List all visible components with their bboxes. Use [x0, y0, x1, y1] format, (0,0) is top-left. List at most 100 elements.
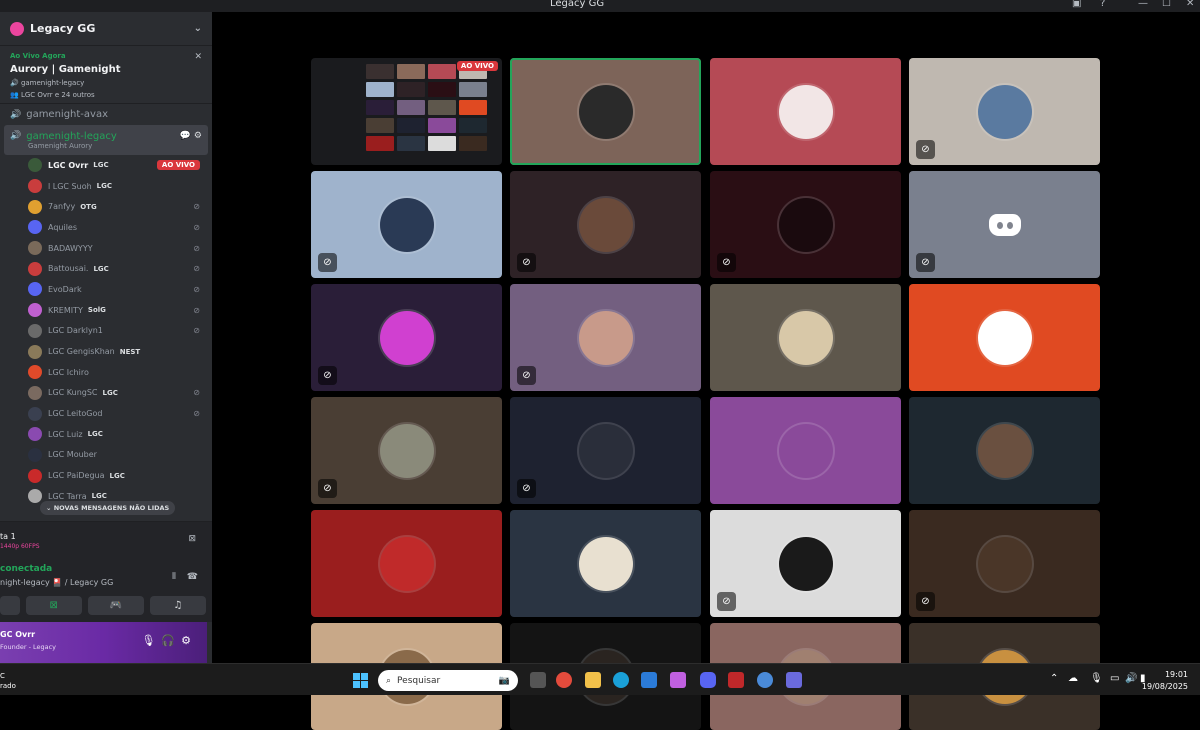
user-panel[interactable]: GC Ovrr Founder - Legacy 🎙🎧⚙ [0, 622, 207, 663]
weather-widget[interactable]: Crado [0, 671, 16, 691]
voice-member[interactable]: LGC GengisKhan NEST [0, 341, 212, 362]
member-tag: SolG [87, 306, 106, 315]
member-name: LGC LeitoGod [48, 409, 103, 419]
display-icon[interactable]: ▭ [1110, 673, 1119, 684]
activities-button[interactable]: 🎮 [87, 596, 144, 615]
participant-tile[interactable]: ⊘ [510, 397, 701, 504]
voice-member[interactable]: KREMITY SolG ⊘ [0, 300, 212, 321]
clock-date: 19/08/2025 [1141, 682, 1188, 691]
help-icon[interactable]: ? [1100, 0, 1105, 9]
voice-member[interactable]: LGC PaiDegua LGC [0, 465, 212, 486]
participant-tile[interactable] [710, 58, 901, 165]
screen-share-tile[interactable]: AO VIVO [311, 58, 502, 165]
screen-share-button[interactable]: ⊠ [25, 596, 82, 615]
voice-member[interactable]: 7anfyy OTG ⊘ [0, 196, 212, 217]
participant-tile[interactable] [510, 510, 701, 617]
participant-tile[interactable]: ⊘ [710, 510, 901, 617]
voice-member[interactable]: LGC KungSC LGC ⊘ [0, 383, 212, 404]
avatar [578, 536, 633, 591]
participant-tile[interactable] [510, 58, 701, 165]
avatar [379, 310, 434, 365]
muted-icon: ⊘ [517, 479, 536, 498]
chrome-icon[interactable] [556, 672, 572, 688]
participant-tile[interactable]: ⊘ [311, 284, 502, 391]
disconnect-icon[interactable]: ☎ [187, 572, 198, 582]
channel-item[interactable]: 🔊 gamenight-legacy 💬 ⚙ Gamenight Aurory [4, 125, 208, 155]
voice-member[interactable]: LGC LeitoGod ⊘ [0, 403, 212, 424]
voice-member[interactable]: LGC Luiz LGC [0, 424, 212, 445]
participant-tile[interactable]: ⊘ [909, 171, 1100, 278]
member-tag: LGC [102, 388, 118, 397]
file-explorer-icon[interactable] [585, 672, 601, 688]
participant-tile[interactable] [909, 284, 1100, 391]
participant-tile[interactable]: ⊘ [311, 397, 502, 504]
gear-icon[interactable]: ⚙ [181, 634, 197, 647]
member-name: 7anfyy [48, 202, 76, 212]
avatar [28, 179, 42, 194]
clock[interactable]: 19:01 19/08/2025 [1142, 669, 1188, 693]
participant-tile[interactable]: ⊘ [510, 171, 701, 278]
voice-member[interactable]: LGC Ichiro [0, 362, 212, 383]
live-event-card[interactable]: Ao Vivo Agora Aurory | Gamenight 🔊 gamen… [0, 46, 212, 104]
new-messages-pill[interactable]: ⌄ NOVAS MENSAGENS NÃO LIDAS [40, 501, 176, 515]
task-view-icon[interactable] [530, 672, 546, 688]
participant-tile[interactable]: ⊘ [909, 510, 1100, 617]
participant-tile[interactable] [710, 397, 901, 504]
channel-tools[interactable]: 💬 ⚙ [180, 131, 202, 141]
app-icon[interactable] [786, 672, 802, 688]
voice-member[interactable]: BADAWYYY ⊘ [0, 238, 212, 259]
minimize-button[interactable]: — [1138, 0, 1148, 9]
search-box[interactable]: ⌕ Pesquisar 📷 [378, 670, 518, 691]
channel-item[interactable]: 🔊 gamenight-avax [0, 104, 212, 125]
participant-tile[interactable] [710, 284, 901, 391]
participant-tile[interactable]: ⊘ [909, 58, 1100, 165]
voice-member[interactable]: LGC Darklyn1 ⊘ [0, 321, 212, 342]
inbox-icon[interactable]: ▣ [1072, 0, 1081, 9]
server-header[interactable]: Legacy GG ⌄ [0, 12, 212, 46]
member-name: BADAWYYY [48, 243, 93, 253]
avatar [778, 84, 833, 139]
edge-icon[interactable] [613, 672, 629, 688]
participant-tile[interactable] [909, 397, 1100, 504]
discord-icon[interactable] [700, 672, 716, 688]
noise-suppression-icon[interactable]: ⦀ [172, 572, 176, 582]
voice-member[interactable]: LGC Mouber [0, 445, 212, 466]
soundboard-button[interactable]: ♫ [149, 596, 207, 615]
voice-member[interactable]: Aquiles ⊘ [0, 217, 212, 238]
voice-panel: ta 1 1440p 60FPS ⊠ conectada night-legac… [0, 521, 212, 622]
close-icon[interactable]: ✕ [194, 52, 202, 62]
chevron-up-icon[interactable]: ⌃ [1050, 673, 1058, 684]
participant-tile[interactable]: ⊘ [510, 284, 701, 391]
microphone-icon[interactable]: 🎙 [141, 634, 161, 647]
maximize-button[interactable]: ☐ [1162, 0, 1171, 9]
browser-icon[interactable] [757, 672, 773, 688]
muted-icon: ⊘ [193, 284, 200, 294]
store-icon[interactable] [641, 672, 657, 688]
avatar [778, 536, 833, 591]
voice-member[interactable]: Battousai. LGC ⊘ [0, 258, 212, 279]
onedrive-icon[interactable]: ☁ [1068, 673, 1078, 684]
camera-button[interactable] [0, 596, 20, 615]
avatar [28, 158, 42, 173]
voice-member[interactable]: EvoDark ⊘ [0, 279, 212, 300]
headphones-icon[interactable]: 🎧 [161, 634, 181, 647]
microphone-tray-icon[interactable]: 🎙 [1090, 673, 1103, 684]
chevron-down-icon[interactable]: ⌄ [194, 23, 202, 34]
copilot-icon[interactable] [670, 672, 686, 688]
close-button[interactable]: ✕ [1186, 0, 1194, 9]
avatar [778, 423, 833, 478]
voice-member[interactable]: l LGC Suoh LGC [0, 176, 212, 197]
participant-tile[interactable] [311, 510, 502, 617]
member-name: LGC Ovrr [48, 160, 89, 170]
volume-icon[interactable]: 🔊 [1125, 673, 1137, 684]
channel-name: gamenight-legacy [26, 130, 117, 142]
avatar [379, 197, 434, 252]
participant-tile[interactable]: ⊘ [710, 171, 901, 278]
start-button[interactable] [353, 673, 368, 688]
video-app-icon[interactable] [728, 672, 744, 688]
stop-stream-icon[interactable]: ⊠ [188, 534, 196, 544]
avatar [977, 310, 1032, 365]
participant-tile[interactable]: ⊘ [311, 171, 502, 278]
muted-icon: ⊘ [193, 388, 200, 398]
voice-member[interactable]: LGC Ovrr LGC AO VIVO [0, 155, 212, 176]
